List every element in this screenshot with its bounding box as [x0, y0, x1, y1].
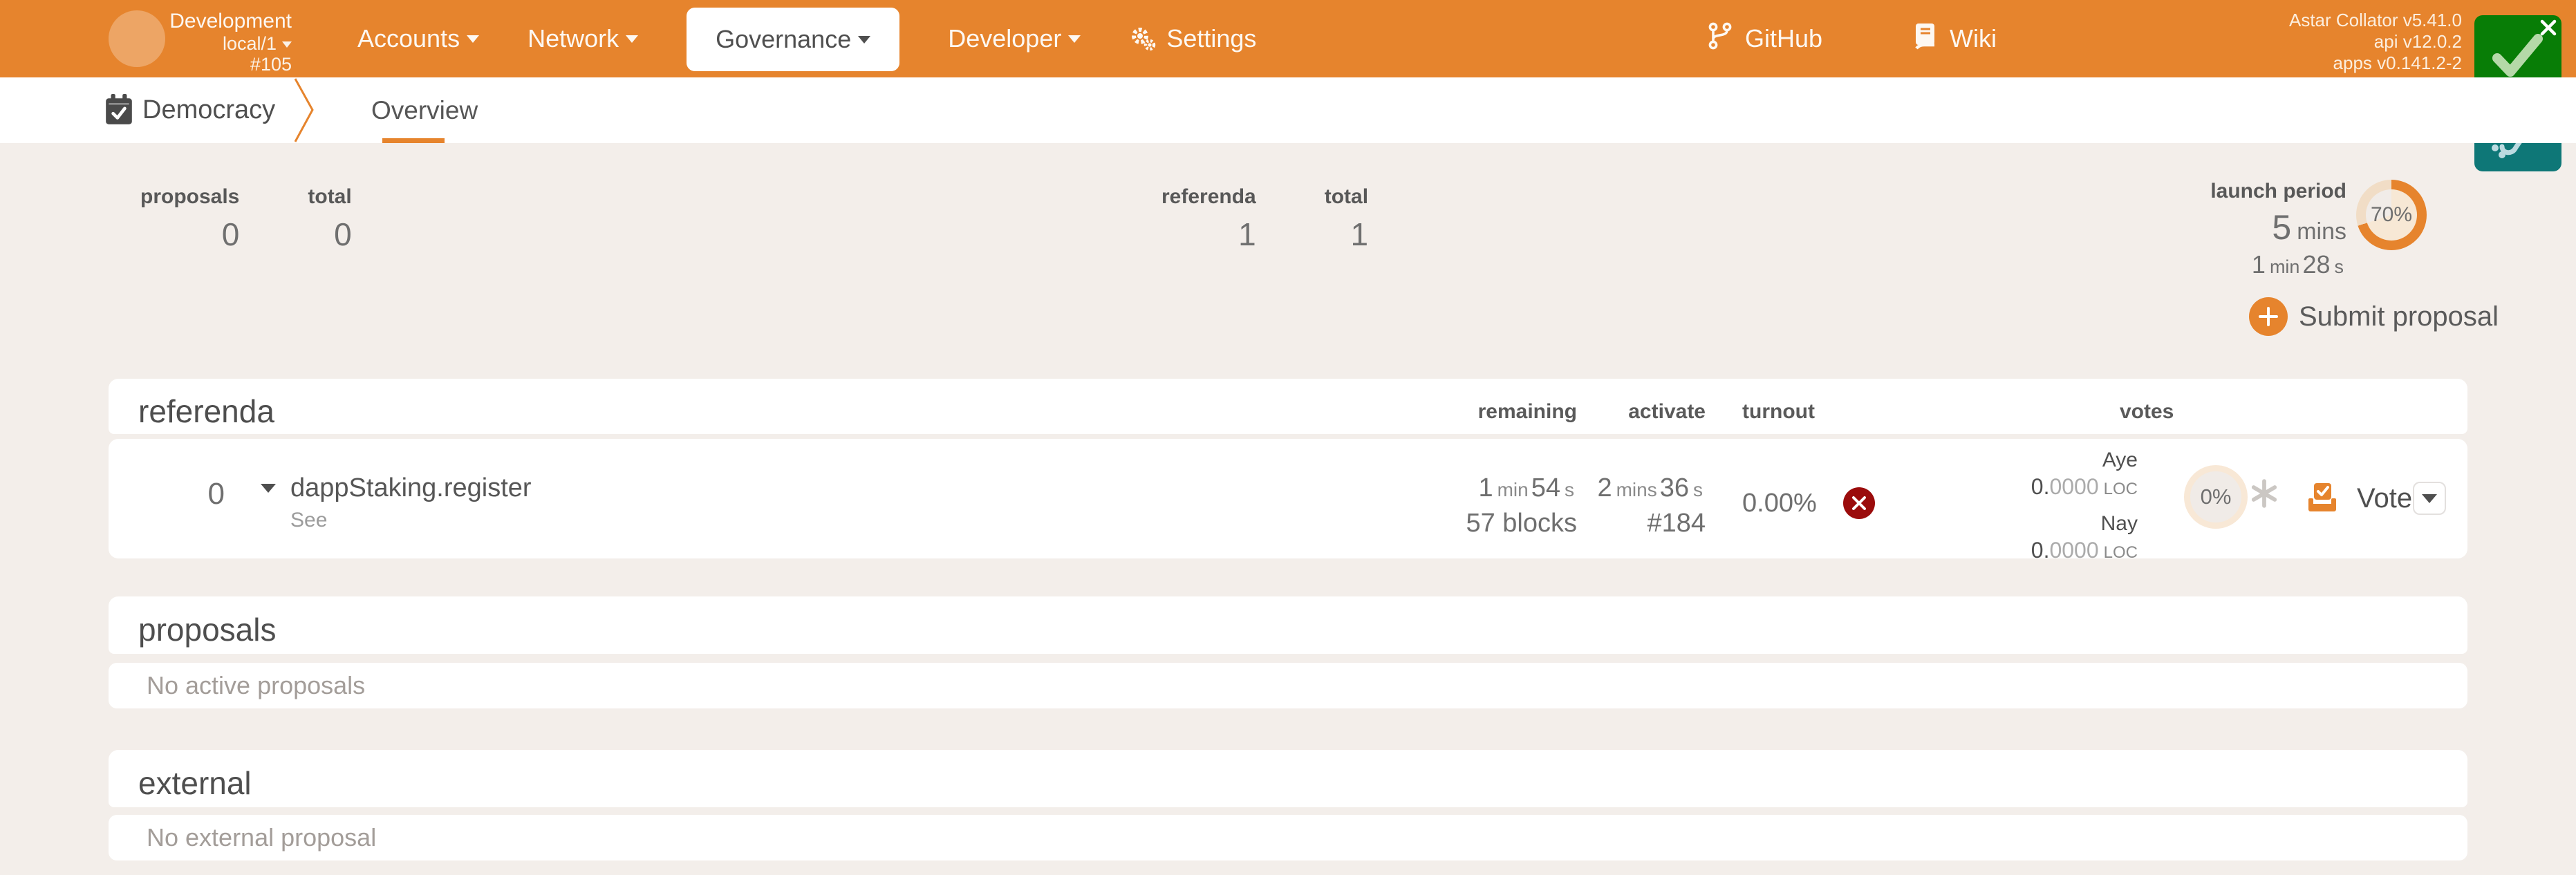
- external-section-header: external: [109, 750, 2467, 807]
- proposals-empty-row: No active proposals: [109, 663, 2467, 708]
- submit-proposal-button[interactable]: Submit proposal: [2249, 297, 2499, 336]
- chevron-down-icon: [1068, 35, 1081, 43]
- vote-options-dropdown-button[interactable]: [2413, 482, 2446, 515]
- votes-cell: Aye 0.0000LOC Nay 0.0000LOC: [2031, 447, 2138, 568]
- chain-name: Development: [166, 10, 292, 33]
- column-header-votes: votes: [2120, 400, 2174, 424]
- header-links: GitHub Wiki: [1708, 0, 1997, 77]
- chevron-right-separator-icon: [293, 77, 315, 147]
- chevron-down-icon: [626, 35, 638, 43]
- chevron-down-icon: [282, 41, 292, 48]
- external-section-title: external: [138, 764, 252, 802]
- vote-button[interactable]: Vote: [2306, 480, 2412, 517]
- app-header: Development local/1 #105 Accounts Networ…: [0, 0, 2576, 77]
- external-empty-message: No external proposal: [147, 823, 376, 852]
- activate-cell: 2mins36s #184: [1597, 473, 1706, 538]
- column-header-remaining: remaining: [1478, 400, 1577, 424]
- proposals-empty-message: No active proposals: [147, 671, 365, 700]
- nav-item-governance-active[interactable]: Governance: [687, 8, 899, 71]
- referendum-call: dappStaking.register See: [290, 473, 532, 532]
- main-nav: Accounts Network Governance Developer: [357, 0, 1256, 77]
- summary-referenda-group: referenda 1 total 1: [1161, 185, 1368, 253]
- proposals-section-header: proposals: [109, 596, 2467, 654]
- book-icon: [1912, 21, 1937, 57]
- support-percent-badge: 0%: [2184, 465, 2248, 529]
- close-icon[interactable]: [2539, 19, 2557, 40]
- plus-icon: [2249, 297, 2288, 336]
- best-block-number: #105: [166, 54, 292, 75]
- node-info[interactable]: Development local/1 #105: [166, 10, 292, 75]
- referenda-table-header: referenda remaining activate turnout vot…: [109, 379, 2467, 434]
- code-branch-icon: [1708, 21, 1733, 57]
- referendum-row: 0 dappStaking.register See 1min54s 57 bl…: [109, 439, 2467, 558]
- nav-item-accounts[interactable]: Accounts: [357, 24, 479, 53]
- stat-launch-period: launch period 5mins 1min28s 70%: [2129, 180, 2427, 279]
- wiki-link[interactable]: Wiki: [1912, 21, 1997, 57]
- nav-item-network[interactable]: Network: [528, 24, 638, 53]
- asterisk-icon: [2250, 479, 2279, 511]
- launch-period-progress-ring: 70%: [2356, 180, 2427, 250]
- stat-referenda: referenda 1: [1161, 185, 1256, 253]
- gears-icon: [1129, 25, 1157, 53]
- endpoint-label: local/1: [223, 33, 277, 54]
- tab-overview[interactable]: Overview: [371, 96, 478, 125]
- referenda-section-title: referenda: [138, 393, 274, 430]
- github-link[interactable]: GitHub: [1708, 21, 1822, 57]
- active-tab-underline: [382, 138, 445, 143]
- summary-proposals-group: proposals 0 total 0: [140, 185, 352, 253]
- external-empty-row: No external proposal: [109, 815, 2467, 860]
- chain-logo-avatar[interactable]: [109, 10, 165, 67]
- call-description: See: [290, 509, 532, 532]
- chevron-down-icon: [858, 36, 870, 44]
- row-expander-caret-icon[interactable]: [261, 493, 276, 505]
- remaining-cell: 1min54s 57 blocks: [1466, 473, 1577, 538]
- breadcrumb-section[interactable]: Democracy: [142, 95, 275, 125]
- nav-item-settings[interactable]: Settings: [1129, 24, 1256, 53]
- chevron-down-icon: [2422, 494, 2437, 503]
- democracy-overview-page: Development local/1 #105 Accounts Networ…: [0, 0, 2576, 875]
- stat-referenda-total: total 1: [1325, 185, 1368, 253]
- column-header-turnout: turnout: [1742, 400, 1815, 424]
- call-method: dappStaking.register: [290, 473, 532, 503]
- turnout-value: 0.00%: [1742, 489, 1817, 518]
- referendum-index: 0: [185, 477, 225, 511]
- launch-period-progress-label: 70%: [2356, 180, 2427, 250]
- chevron-down-icon: [467, 35, 479, 43]
- ballot-box-icon: [2306, 480, 2339, 517]
- section-tabs-bar: Democracy Overview: [0, 77, 2576, 143]
- column-header-activate: activate: [1628, 400, 1706, 424]
- failing-status-icon: [1843, 487, 1875, 519]
- node-version-info: Astar Collator v5.41.0 api v12.0.2 apps …: [2289, 10, 2462, 75]
- stat-proposals-total: total 0: [308, 185, 351, 253]
- calendar-check-icon: [104, 94, 134, 129]
- stat-proposals: proposals 0: [140, 185, 239, 253]
- turnout-cell: 0.00%: [1742, 487, 1875, 519]
- nav-item-developer[interactable]: Developer: [948, 24, 1081, 53]
- proposals-section-title: proposals: [138, 611, 276, 648]
